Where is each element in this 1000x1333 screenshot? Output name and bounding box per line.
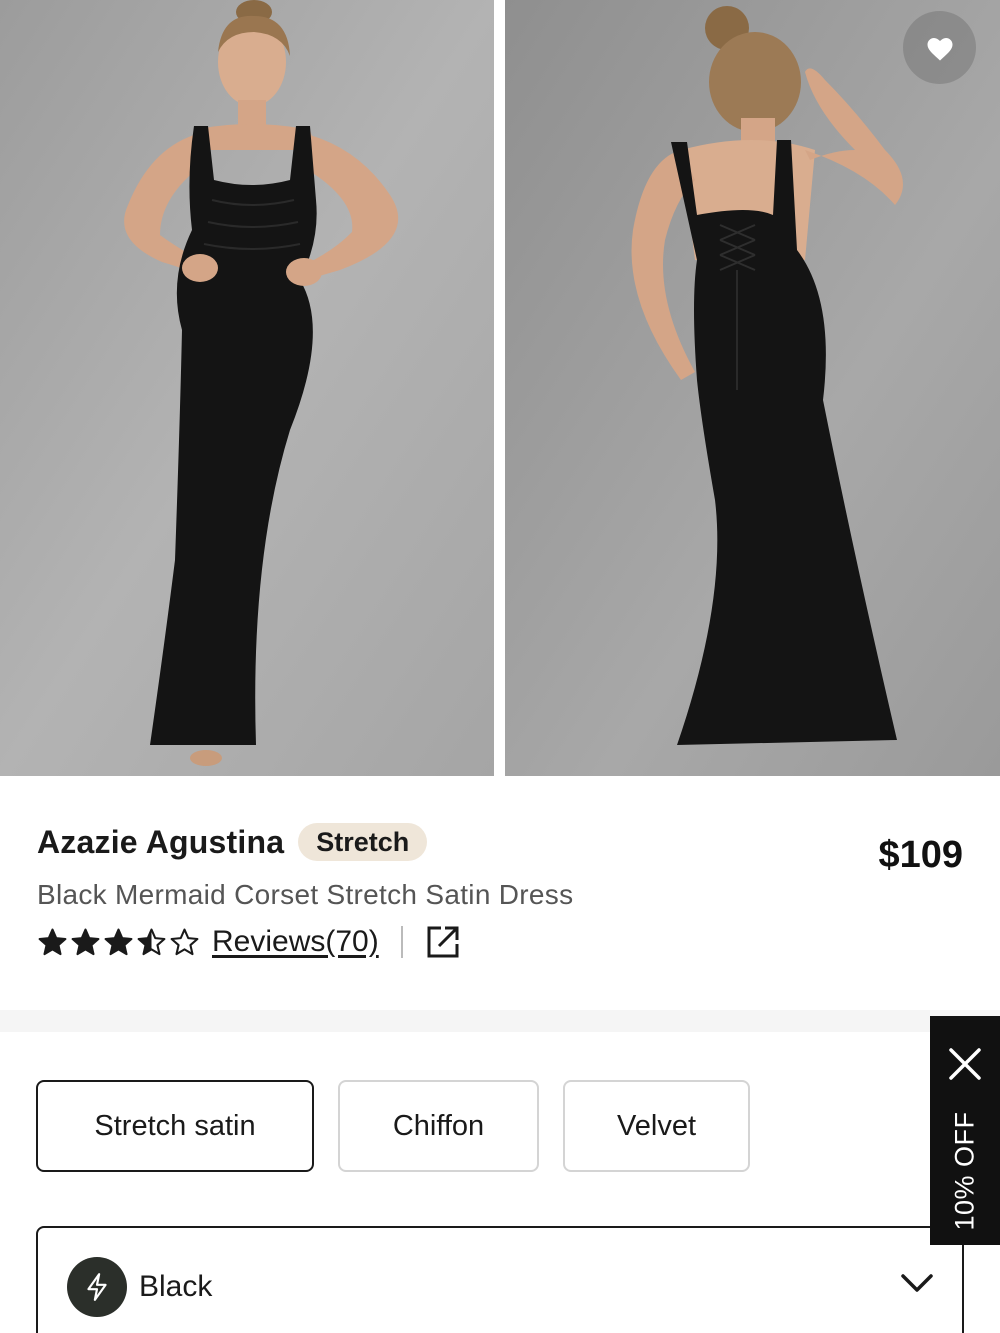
chevron-down-icon	[901, 1274, 933, 1292]
product-subtitle: Black Mermaid Corset Stretch Satin Dress	[37, 879, 574, 910]
rating-row: Reviews(70)	[37, 924, 461, 960]
color-swatch	[67, 1257, 127, 1317]
star-full-icon	[38, 928, 67, 955]
color-select[interactable]: Black	[36, 1226, 964, 1333]
lightning-icon	[87, 1273, 107, 1301]
product-price: $109	[878, 834, 963, 876]
star-full-icon	[71, 928, 100, 955]
heart-icon	[927, 37, 952, 60]
fabric-option-stretch-satin[interactable]: Stretch satin	[36, 1080, 314, 1172]
fabric-option-chiffon[interactable]: Chiffon	[338, 1080, 539, 1172]
product-title: Azazie Agustina	[37, 823, 285, 860]
fabric-options: Stretch satin Chiffon Velvet	[36, 1080, 774, 1172]
star-half-icon	[137, 928, 166, 955]
stretch-badge: Stretch	[298, 823, 428, 861]
section-separator	[0, 1010, 1000, 1032]
star-full-icon	[104, 928, 133, 955]
favorite-button[interactable]	[903, 11, 976, 84]
title-row: Azazie Agustina Stretch	[37, 823, 428, 861]
close-icon[interactable]	[947, 1046, 983, 1082]
discount-promo-tab[interactable]: 10% OFF	[930, 1016, 1000, 1245]
selected-color-label: Black	[139, 1270, 213, 1303]
fabric-option-velvet[interactable]: Velvet	[563, 1080, 750, 1172]
star-rating	[37, 927, 202, 958]
product-gallery	[0, 0, 1000, 776]
promo-label: 10% OFF	[949, 1111, 980, 1231]
product-info: Azazie Agustina Stretch $109 Black Merma…	[0, 776, 1000, 1010]
reviews-link[interactable]: Reviews(70)	[212, 925, 379, 959]
back-view-photo[interactable]	[505, 0, 1000, 776]
star-empty-icon	[170, 928, 199, 955]
share-external-icon[interactable]	[425, 924, 461, 960]
divider	[400, 926, 403, 958]
front-view-photo[interactable]	[0, 0, 494, 776]
